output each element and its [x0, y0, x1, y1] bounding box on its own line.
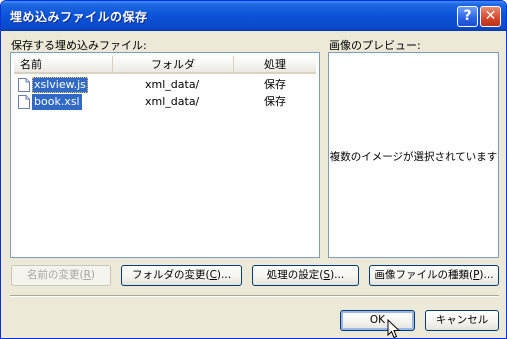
- separator: [10, 295, 499, 297]
- image-file-type-button[interactable]: 画像ファイルの種類(P)...: [369, 265, 499, 286]
- save-embedded-files-dialog: 埋め込みファイルの保存 ? ✕ 保存する埋め込みファイル: 名前 フォルダ 処理…: [0, 0, 507, 339]
- list-header: 名前 フォルダ 処理: [14, 56, 316, 74]
- file-icon: [18, 78, 30, 92]
- file-action: 保存: [264, 95, 286, 108]
- column-header-action[interactable]: 処理: [234, 56, 316, 74]
- column-header-name[interactable]: 名前: [14, 56, 113, 74]
- image-preview: 複数のイメージが選択されています: [328, 52, 499, 258]
- list-item[interactable]: xslview.js xml_data/ 保存: [14, 77, 316, 93]
- column-header-folder[interactable]: フォルダ: [113, 56, 234, 74]
- close-icon: ✕: [484, 8, 497, 24]
- file-icon: [18, 95, 30, 109]
- action-settings-button[interactable]: 処理の設定(S)...: [252, 265, 359, 286]
- file-name: book.xsl: [32, 94, 82, 110]
- embedded-files-list[interactable]: 名前 フォルダ 処理 xslview.js xml_data/ 保存 book.…: [10, 52, 320, 258]
- file-action: 保存: [264, 78, 286, 91]
- cancel-button[interactable]: キャンセル: [425, 310, 499, 331]
- help-icon: ?: [463, 8, 472, 24]
- file-name: xslview.js: [32, 77, 88, 93]
- help-button[interactable]: ?: [457, 6, 478, 27]
- window-title: 埋め込みファイルの保存: [10, 10, 148, 24]
- files-label: 保存する埋め込みファイル:: [11, 39, 147, 52]
- close-button[interactable]: ✕: [480, 6, 501, 27]
- ok-button[interactable]: OK: [340, 310, 415, 331]
- title-bar[interactable]: 埋め込みファイルの保存 ? ✕: [1, 1, 506, 31]
- list-item[interactable]: book.xsl xml_data/ 保存: [14, 94, 316, 110]
- rename-button[interactable]: 名前の変更(R): [11, 265, 111, 286]
- change-folder-button[interactable]: フォルダの変更(C)...: [121, 265, 242, 286]
- mouse-cursor-icon: [387, 319, 401, 338]
- file-folder: xml_data/: [145, 95, 200, 108]
- file-folder: xml_data/: [145, 78, 200, 91]
- preview-message: 複数のイメージが選択されています: [329, 151, 498, 163]
- preview-label: 画像のプレビュー:: [329, 39, 421, 52]
